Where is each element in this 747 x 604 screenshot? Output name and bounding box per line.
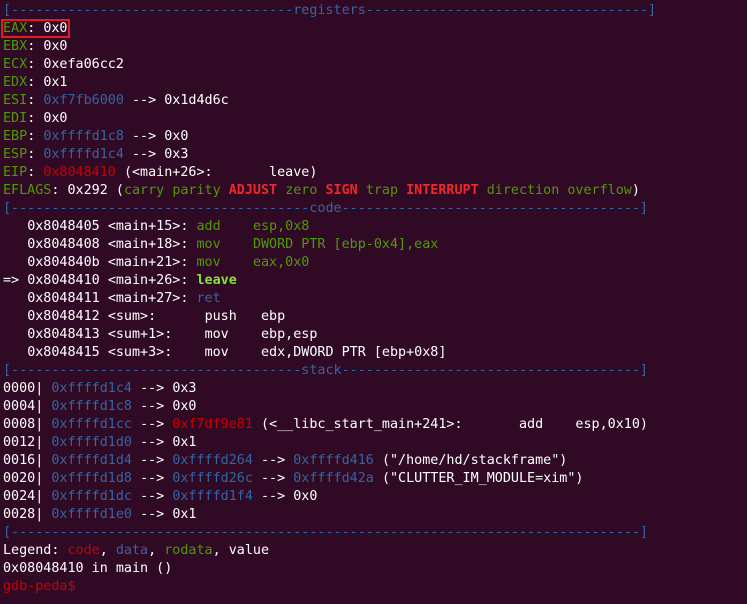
reg-edi: EDI: 0x0 [3,111,68,126]
flag-adjust: ADJUST [228,183,278,198]
flag-interrupt: INTERRUPT [406,183,479,198]
flag-sign: SIGN [325,183,358,198]
registers-separator: [-----------------------------------regi… [3,3,657,18]
flag-direction: direction [486,183,560,198]
reg-esp: ESP: 0xffffd1c4 --> 0x3 [3,147,189,162]
command-prompt[interactable]: gdb-peda$ [3,578,747,596]
code-line: 0x8048412 <sum>: push ebp [27,309,286,324]
code-separator: [-------------------------------------co… [3,201,648,216]
code-line: 0x8048415 <sum+3>: mov edx,DWORD PTR [eb… [27,345,447,360]
code-line: 0x8048413 <sum+1>: mov ebp,esp [27,327,318,342]
reg-ecx: ECX: 0xefa06cc2 [3,57,124,72]
reg-eip: EIP: 0x8048410 (<main+26>: leave) [3,165,318,180]
flag-parity: parity [172,183,221,198]
stack-row: 0024| 0xffffd1dc --> 0xffffd1f4 --> 0x0 [3,489,318,504]
reg-eax: EAX: 0x0 [1,19,747,38]
end-separator: [---------------------------------------… [3,525,648,540]
code-line: 0x8048405 <main+15>: add esp,0x8 [27,219,310,234]
terminal[interactable]: [-----------------------------------regi… [0,0,747,596]
code-line: 0x8048411 <main+27>: ret [27,291,221,306]
flag-carry: carry [123,183,165,198]
reg-eflags: EFLAGS: 0x292 (carry parity ADJUST zero … [3,183,640,198]
stack-row: 0020| 0xffffd1d8 --> 0xffffd26c --> 0xff… [3,471,584,486]
code-line: 0x804840b <main+21>: mov eax,0x0 [27,255,310,270]
legend: Legend: code, data, rodata, value [3,543,270,558]
stack-row: 0028| 0xffffd1e0 --> 0x1 [3,507,197,522]
reg-esi: ESI: 0xf7fb6000 --> 0x1d4d6c [3,93,229,108]
flag-trap: trap [365,183,399,198]
stack-row: 0012| 0xffffd1d0 --> 0x1 [3,435,197,450]
code-line-current: => 0x8048410 <main+26>: leave [3,273,237,288]
eax-highlight-box: EAX: 0x0 [1,19,70,38]
stack-row: 0004| 0xffffd1c8 --> 0x0 [3,399,197,414]
code-line: 0x8048408 <main+18>: mov DWORD PTR [ebp-… [27,237,439,252]
stack-row: 0016| 0xffffd1d4 --> 0xffffd264 --> 0xff… [3,453,568,468]
stack-separator: [------------------------------------sta… [3,363,648,378]
stack-row: 0008| 0xffffd1cc --> 0xf7df9e81 (<__libc… [3,417,648,432]
current-instruction-arrow: => [3,273,28,288]
stack-row: 0000| 0xffffd1c4 --> 0x3 [3,381,197,396]
current-location: 0x08048410 in main () [3,561,173,576]
flag-overflow: overflow [567,183,632,198]
prompt-label: gdb-peda$ [3,579,76,594]
reg-ebx: EBX: 0x0 [3,39,68,54]
reg-edx: EDX: 0x1 [3,75,68,90]
reg-ebp: EBP: 0xffffd1c8 --> 0x0 [3,129,189,144]
flag-zero: zero [285,183,318,198]
